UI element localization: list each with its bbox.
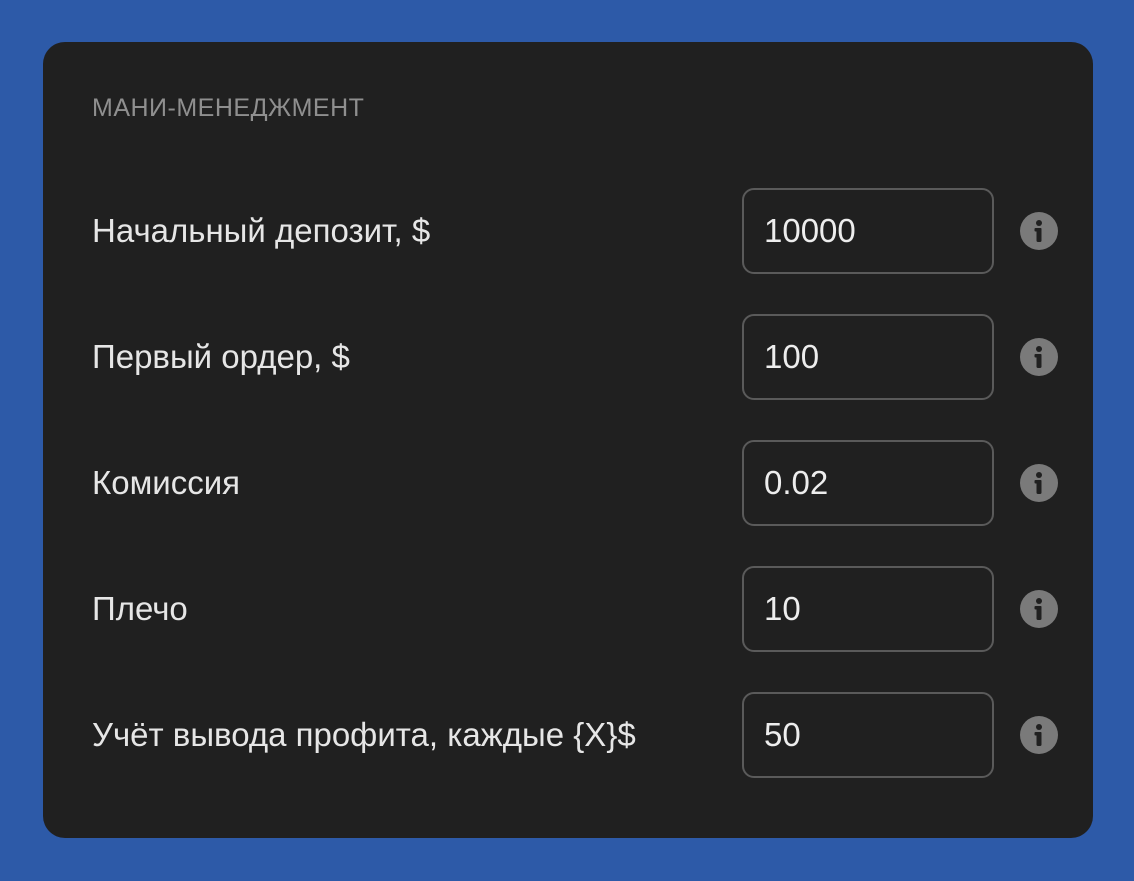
leverage-input[interactable]: [742, 566, 994, 652]
field-row-leverage: Плечо: [43, 566, 1093, 652]
info-icon[interactable]: [1020, 338, 1058, 376]
initial-deposit-input[interactable]: [742, 188, 994, 274]
info-icon[interactable]: [1020, 590, 1058, 628]
section-title: Мани-менеджмент: [92, 94, 365, 122]
field-row-first-order: Первый ордер, $: [43, 314, 1093, 400]
commission-input[interactable]: [742, 440, 994, 526]
info-icon[interactable]: [1020, 212, 1058, 250]
commission-label: Комиссия: [92, 464, 241, 501]
field-row-initial-deposit: Начальный депозит, $: [43, 188, 1093, 274]
profit-withdrawal-label: Учёт вывода профита, каждые {X}$: [92, 716, 636, 753]
field-row-profit-withdrawal: Учёт вывода профита, каждые {X}$: [43, 692, 1093, 778]
first-order-label: Первый ордер, $: [92, 338, 350, 375]
info-icon[interactable]: [1020, 716, 1058, 754]
initial-deposit-label: Начальный депозит, $: [92, 212, 431, 249]
first-order-input[interactable]: [742, 314, 994, 400]
money-management-panel: Мани-менеджмент Начальный депозит, $ Пер…: [43, 42, 1093, 838]
profit-withdrawal-input[interactable]: [742, 692, 994, 778]
field-row-commission: Комиссия: [43, 440, 1093, 526]
info-icon[interactable]: [1020, 464, 1058, 502]
leverage-label: Плечо: [92, 590, 188, 627]
